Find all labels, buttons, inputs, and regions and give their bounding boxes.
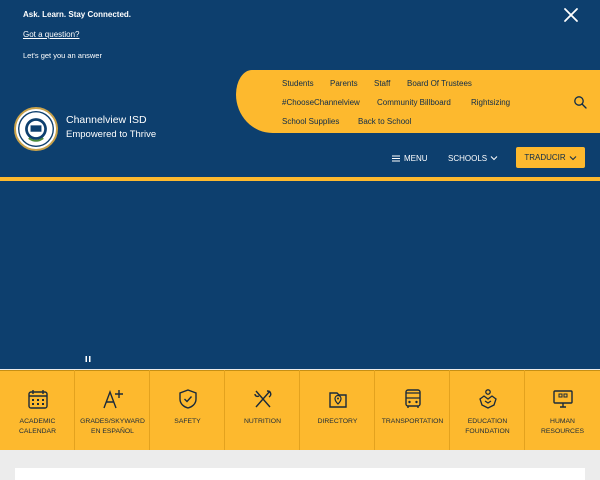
menu-button[interactable]: MENU [392,151,428,165]
alert-subtitle: Let's get you an answer [23,51,102,60]
quicklink-academic-calendar[interactable]: ACADEMIC CALENDAR [0,370,75,450]
quicklink-label: TRANSPORTATION [381,418,444,425]
schools-label: SCHOOLS [448,153,488,163]
quicklink-safety[interactable]: SAFETY [150,370,225,450]
quicklink-label: GRADES/SKYWARD EN ESPAÑOL [80,418,145,435]
toplink-school-supplies[interactable]: School Supplies [282,117,339,126]
hero-slideshow [0,181,600,369]
schools-button[interactable]: SCHOOLS [448,151,498,165]
alert-question-link[interactable]: Got a question? [23,30,79,39]
quicklink-label: NUTRITION [243,418,281,425]
quicklink-label: EDUCATION FOUNDATION [465,418,510,435]
district-logo[interactable] [14,107,58,151]
quicklink-nutrition[interactable]: NUTRITION [225,370,300,450]
search-icon[interactable] [573,95,587,109]
menu-label: MENU [404,153,428,163]
quicklink-directory[interactable]: DIRECTORY [300,370,375,450]
map-pin-folder-icon [329,392,347,408]
quicklink-label: SAFETY [174,418,201,425]
toplink-students[interactable]: Students [282,79,314,88]
quicklink-education-foundation[interactable]: EDUCATION FOUNDATION [450,370,525,450]
chevron-down-icon [569,155,577,160]
pause-icon[interactable] [84,355,92,363]
alert-title: Ask. Learn. Stay Connected. [23,10,132,19]
translate-button[interactable]: TRADUCIR [516,147,585,168]
handshake-icon [479,389,497,409]
toplink-staff[interactable]: Staff [374,79,390,88]
toplink-community-billboard[interactable]: Community Billboard [377,98,451,107]
quicklink-human-resources[interactable]: HUMAN RESOURCES [525,370,600,450]
site-name[interactable]: Channelview ISD [66,114,147,126]
quicklink-label: HUMAN RESOURCES [540,418,585,435]
quicklink-label: ACADEMIC CALENDAR [18,418,56,435]
content-card [15,468,585,480]
toplink-parents[interactable]: Parents [330,79,358,88]
hamburger-icon [392,155,400,161]
utensils-icon [254,390,272,408]
translate-label: TRADUCIR [524,153,566,162]
bus-icon [405,389,421,408]
close-icon[interactable] [562,6,580,24]
grade-aplus-icon [103,390,123,409]
site-tagline: Empowered to Thrive [66,129,157,140]
toplink-rightsizing[interactable]: Rightsizing [471,98,510,107]
chevron-down-icon [490,156,498,161]
shield-check-icon [179,389,197,409]
quicklink-label: DIRECTORY [317,418,358,425]
quicklink-transportation[interactable]: TRANSPORTATION [375,370,450,450]
toplink-back-to-school[interactable]: Back to School [358,117,411,126]
calendar-icon [28,390,48,409]
monitor-icon [553,390,573,408]
toplink-board-of-trustees[interactable]: Board Of Trustees [407,79,472,88]
quicklink-grades-skyward[interactable]: GRADES/SKYWARD EN ESPAÑOL [75,370,150,450]
toplink-choose-channelview[interactable]: #ChooseChannelview [282,98,360,107]
